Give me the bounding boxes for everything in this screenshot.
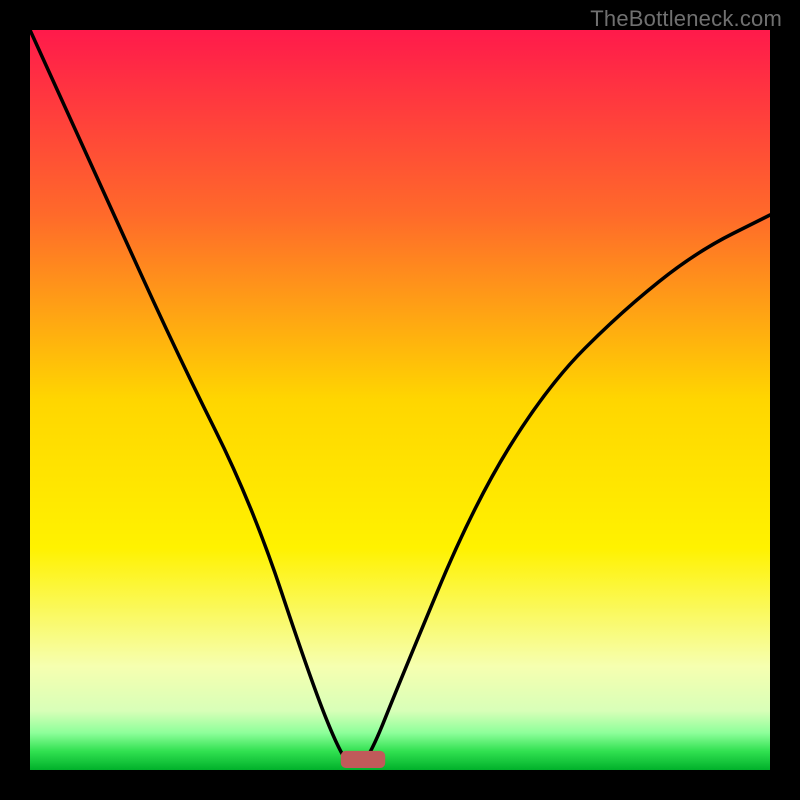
chart-frame: TheBottleneck.com	[0, 0, 800, 800]
watermark-text: TheBottleneck.com	[590, 6, 782, 32]
plot-background	[30, 30, 770, 770]
bottleneck-chart	[30, 30, 770, 770]
optimal-zone-marker	[341, 751, 385, 768]
